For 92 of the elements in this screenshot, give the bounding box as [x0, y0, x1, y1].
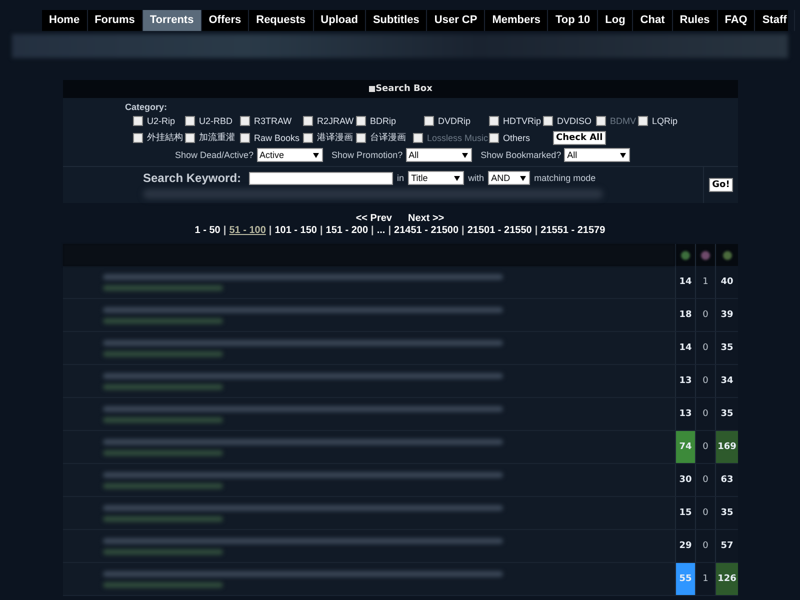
category-option: R3TRAW	[254, 116, 292, 126]
dropdown-arrow-icon	[520, 176, 526, 181]
nav-tab[interactable]: Requests	[249, 10, 314, 31]
keyword-input[interactable]	[249, 172, 394, 184]
category-option: BDRip	[370, 116, 396, 126]
nav-tab[interactable]: Home	[42, 10, 88, 31]
leechers-icon	[701, 250, 710, 260]
page-link[interactable]: 51 - 100	[229, 225, 266, 236]
filter-label: Show Dead/Active?	[175, 150, 254, 160]
page-separator: |	[320, 225, 323, 236]
category-option: DVDISO	[557, 116, 592, 126]
nav-tab[interactable]: Chat	[633, 10, 673, 31]
category-option: 台译漫画	[370, 131, 406, 144]
category-option: BDMV	[610, 116, 636, 126]
nav-tab[interactable]: Torrents	[142, 10, 202, 31]
page-link[interactable]: 21551 - 21579	[540, 225, 606, 236]
nav-tab[interactable]: Offers	[202, 10, 250, 31]
checkbox[interactable]	[356, 132, 366, 142]
category-option: 港译漫画	[317, 131, 353, 144]
page-link[interactable]: 1 - 50	[194, 225, 220, 236]
category-option: U2-RBD	[199, 116, 233, 126]
checkbox[interactable]	[303, 132, 313, 142]
category-option: 外挂結构	[147, 131, 183, 144]
page-separator: |	[371, 225, 374, 236]
page-separator: |	[534, 225, 538, 236]
checkbox[interactable]	[638, 116, 648, 126]
category-option: DVDRip	[438, 116, 471, 126]
category-label: Category:	[125, 102, 168, 112]
nav-tab[interactable]: Subtitles	[366, 10, 428, 31]
dropdown-arrow-icon	[462, 153, 468, 158]
checkbox[interactable]	[356, 116, 366, 126]
category-option: 加流重灌	[199, 131, 235, 144]
check-all-button[interactable]: Check All	[553, 130, 606, 144]
page-link[interactable]: 21501 - 21550	[467, 225, 532, 236]
seeders-cell: 55	[675, 563, 695, 595]
category-option: LQRip	[652, 116, 678, 126]
category-option: Others	[503, 132, 530, 142]
checkbox[interactable]	[185, 116, 195, 126]
checkbox[interactable]	[133, 116, 143, 126]
page-link[interactable]: 101 - 150	[274, 225, 317, 236]
category-option: Lossless Music	[427, 132, 488, 142]
page-separator: |	[388, 225, 392, 236]
nav-tab[interactable]: Top 10	[548, 10, 598, 31]
filter-dropdown[interactable]: All	[406, 148, 472, 162]
next-link[interactable]: Next >>	[408, 213, 444, 224]
page-link[interactable]: 21451 - 21500	[394, 225, 459, 236]
checkbox[interactable]	[489, 132, 499, 142]
checkbox[interactable]	[133, 132, 143, 142]
category-option: HDTVRip	[503, 116, 542, 126]
seeders-icon	[681, 250, 690, 260]
dropdown-arrow-icon	[620, 153, 626, 158]
completed-cell: 169	[715, 431, 738, 463]
nav-tab[interactable]: FAQ	[718, 10, 756, 31]
category-option: R2JRAW	[317, 116, 354, 126]
dropdown-arrow-icon	[454, 176, 460, 181]
page-link[interactable]: 151 - 200	[326, 225, 368, 236]
with-label: with	[468, 173, 484, 183]
page-separator: |	[268, 225, 272, 236]
category-option: U2-Rip	[147, 116, 176, 126]
filter-label: Show Promotion?	[332, 150, 403, 160]
checkbox[interactable]	[303, 116, 313, 126]
nav-tab[interactable]: Rules	[672, 10, 718, 31]
nav-tab[interactable]: Log	[598, 10, 634, 31]
seeders-cell: 74	[675, 431, 695, 463]
checkbox[interactable]	[489, 116, 499, 126]
filter-label: Show Bookmarked?	[480, 150, 562, 160]
filter-dropdown[interactable]: All	[564, 148, 630, 162]
dropdown-arrow-icon	[312, 153, 319, 158]
matching-mode-label: matching mode	[534, 173, 596, 183]
checkbox[interactable]	[240, 116, 250, 126]
nav-tab[interactable]: Members	[485, 10, 548, 31]
in-label: in	[397, 173, 404, 183]
page-separator: |	[223, 225, 226, 236]
go-button[interactable]: Go!	[709, 178, 733, 192]
completed-cell: 126	[715, 563, 738, 595]
mode-dropdown[interactable]: AND	[488, 171, 530, 185]
panel-title: Search Box	[63, 80, 738, 98]
page-separator: |	[462, 225, 464, 236]
prev-link[interactable]: << Prev	[356, 213, 392, 224]
search-keyword-label: Search Keyword:	[143, 171, 242, 185]
checkbox[interactable]	[185, 132, 195, 142]
checkbox[interactable]	[240, 132, 250, 142]
checkbox[interactable]	[424, 116, 434, 126]
category-option: Raw Books	[254, 132, 300, 142]
field-dropdown[interactable]: Title	[408, 171, 464, 185]
nav-tab[interactable]: Upload	[314, 10, 366, 31]
nav-tab[interactable]: Staff	[755, 10, 795, 31]
checkbox[interactable]	[543, 116, 553, 126]
completed-icon	[722, 250, 732, 260]
nav-tab[interactable]: User CP	[427, 10, 486, 31]
page-link[interactable]: ...	[376, 225, 386, 236]
filter-dropdown[interactable]: Active	[256, 148, 323, 162]
